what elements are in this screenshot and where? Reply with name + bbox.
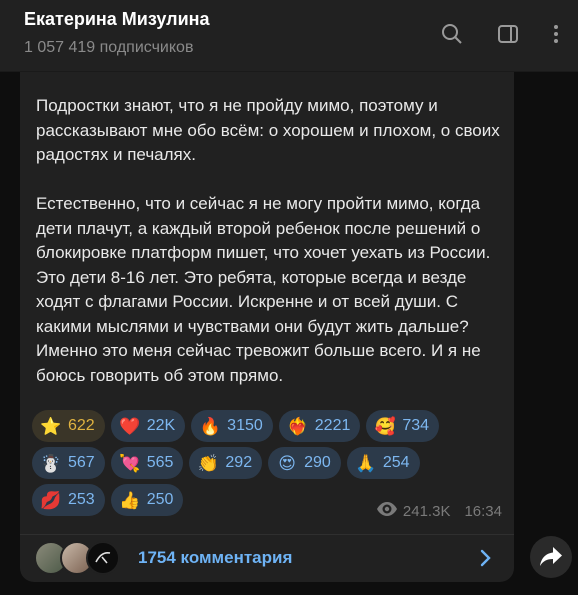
reaction-clap-emoji: 👏: [197, 453, 219, 473]
reaction-thumbs-up[interactable]: 👍 250: [110, 484, 184, 516]
reaction-kiss-emoji: 💋: [40, 490, 62, 510]
channel-header: Екатерина Мизулина 1 057 419 подписчиков: [0, 0, 578, 72]
reaction-heart-arrow-emoji: 💘: [119, 453, 141, 473]
channel-post: Подростки знают, что я не пройду мимо, п…: [20, 72, 514, 582]
commenter-avatars: [34, 541, 124, 575]
reaction-clap-count: 292: [225, 454, 253, 471]
reaction-kiss-count: 253: [68, 491, 95, 508]
search-icon[interactable]: [438, 20, 466, 48]
reaction-thumbs-up-count: 250: [146, 491, 174, 508]
reaction-heart-count: 22K: [146, 417, 176, 434]
post-time: 16:34: [464, 502, 502, 520]
reaction-heart-on-fire-count: 2221: [314, 417, 351, 434]
chevron-right-icon: [474, 547, 496, 569]
reaction-thumbs-up-emoji: 👍: [119, 490, 141, 510]
post-meta: 241.3K 16:34: [376, 502, 502, 520]
reaction-fire-emoji: 🔥: [199, 416, 221, 436]
reaction-heart-on-fire[interactable]: ❤️‍🔥 2221: [278, 410, 361, 442]
reaction-snowman-emoji: ☃️: [40, 453, 62, 473]
reaction-smiling-hearts-emoji: 🥰: [374, 416, 396, 436]
reaction-heart-arrow[interactable]: 💘 565: [110, 447, 184, 479]
reaction-star[interactable]: ⭐ 622: [32, 410, 105, 442]
post-text: Подростки знают, что я не пройду мимо, п…: [36, 96, 500, 385]
comments-button[interactable]: 1754 комментария: [20, 535, 514, 582]
reaction-heart-eyes-count: 290: [304, 454, 331, 471]
reaction-heart-eyes-emoji: 😍: [278, 453, 296, 473]
reaction-snowman[interactable]: ☃️ 567: [32, 447, 105, 479]
reaction-heart-on-fire-emoji: ❤️‍🔥: [287, 416, 309, 436]
reaction-star-count: 622: [68, 417, 95, 434]
reaction-pray[interactable]: 🙏 254: [346, 447, 420, 479]
reaction-heart-eyes[interactable]: 😍 290: [268, 447, 341, 479]
reaction-heart-emoji: ❤️: [119, 416, 141, 436]
reaction-clap[interactable]: 👏 292: [189, 447, 263, 479]
channel-title[interactable]: Екатерина Мизулина: [24, 9, 210, 30]
more-vertical-icon[interactable]: [542, 20, 570, 48]
reaction-heart-arrow-count: 565: [146, 454, 174, 471]
share-arrow-icon: [540, 547, 562, 566]
views-count: 241.3K: [402, 502, 451, 520]
comments-label: 1754 комментария: [138, 548, 293, 567]
sidebar-toggle-icon[interactable]: [494, 20, 522, 48]
reaction-star-emoji: ⭐: [40, 416, 62, 436]
share-button[interactable]: [530, 536, 572, 578]
reaction-pray-emoji: 🙏: [355, 453, 377, 473]
avatar: [86, 541, 120, 575]
reactions-row: ☃️ 567 💘 565 👏 292 😍 290 🙏 254: [32, 447, 502, 479]
reaction-heart[interactable]: ❤️ 22K: [110, 410, 186, 442]
reaction-snowman-count: 567: [68, 454, 95, 471]
reaction-fire[interactable]: 🔥 3150: [191, 410, 273, 442]
subscriber-count: 1 057 419 подписчиков: [24, 39, 194, 56]
reactions-row: ⭐ 622 ❤️ 22K 🔥 3150 ❤️‍🔥 2221 🥰 734: [32, 410, 502, 442]
reaction-smiling-hearts-count: 734: [402, 417, 430, 434]
reaction-kiss[interactable]: 💋 253: [32, 484, 105, 516]
reaction-fire-count: 3150: [227, 417, 263, 434]
reaction-pray-count: 254: [382, 454, 410, 471]
reaction-smiling-hearts[interactable]: 🥰 734: [366, 410, 440, 442]
views-icon: [376, 502, 397, 520]
